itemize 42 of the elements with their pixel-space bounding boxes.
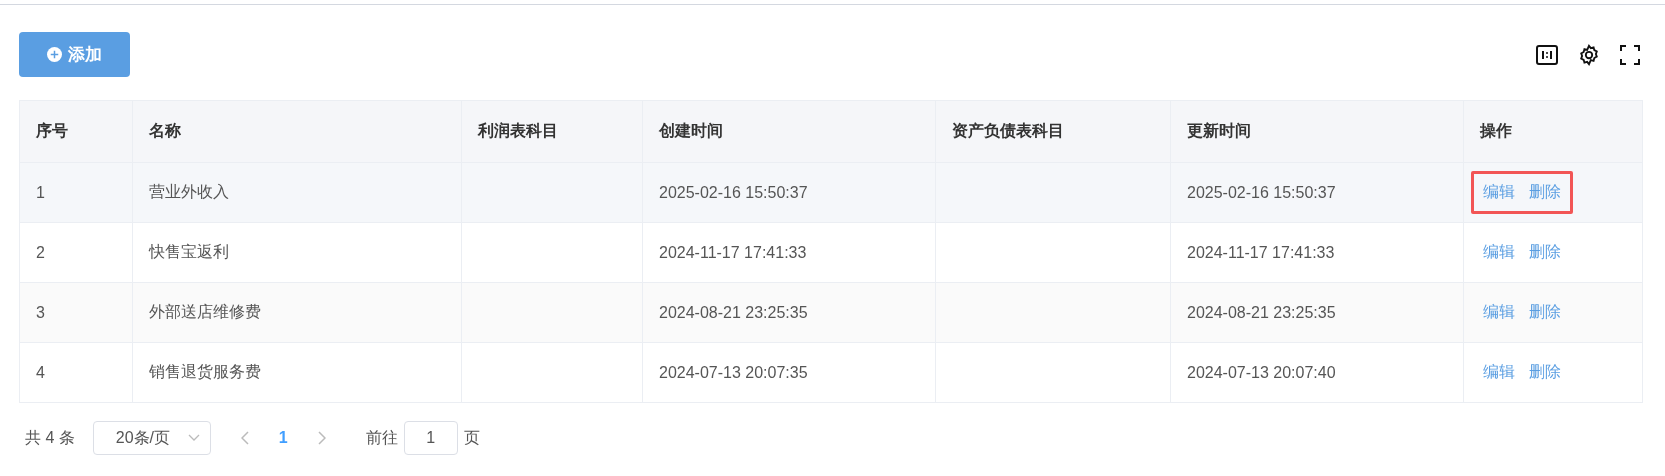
column-header: 创建时间 (642, 100, 936, 163)
table-cell: 3 (19, 282, 133, 343)
page-size-select[interactable]: 20条/页 (92, 421, 211, 455)
delete-link[interactable]: 删除 (1529, 302, 1561, 323)
table-cell: 2024-07-13 20:07:35 (642, 342, 936, 403)
delete-link[interactable]: 删除 (1529, 242, 1561, 263)
edit-link[interactable]: 编辑 (1483, 302, 1515, 323)
column-header: 序号 (19, 100, 133, 163)
table-row[interactable]: 3 外部送店维修费 2024-08-21 23:25:35 2024-08-21 23:25:35 编辑 删除 (19, 282, 1643, 343)
delete-link[interactable]: 删除 (1529, 182, 1561, 203)
table-cell: 1 (19, 162, 133, 223)
edit-link[interactable]: 编辑 (1483, 362, 1515, 383)
delete-link[interactable]: 删除 (1529, 362, 1561, 383)
table-cell: 2025-02-16 15:50:37 (642, 162, 936, 223)
goto-label: 前往 (365, 427, 398, 448)
table-cell: 销售退货服务费 (132, 342, 462, 403)
table-cell: 4 (19, 342, 133, 403)
edit-link[interactable]: 编辑 (1483, 242, 1515, 263)
edit-link[interactable]: 编辑 (1483, 182, 1515, 203)
table-cell: 营业外收入 (132, 162, 462, 223)
page-suffix: 页 (463, 427, 480, 448)
table-cell: 2024-07-13 20:07:40 (1170, 342, 1464, 403)
table-cell: 2024-11-17 17:41:33 (642, 222, 936, 283)
table-cell: 2024-08-21 23:25:35 (1170, 282, 1464, 343)
column-header: 名称 (132, 100, 462, 163)
total-count: 共 4 条 (25, 427, 75, 448)
table-row[interactable]: 4 销售退货服务费 2024-07-13 20:07:35 2024-07-13 20:07:40 编辑 删除 (19, 342, 1643, 403)
table-cell: 外部送店维修费 (132, 282, 462, 343)
table-row[interactable]: 1 营业外收入 2025-02-16 15:50:37 2025-02-16 15:50:37 编辑 删除 (19, 162, 1643, 223)
column-header: 利润表科目 (461, 100, 643, 163)
table-cell: 2024-11-17 17:41:33 (1170, 222, 1464, 283)
table-cell: 2 (19, 222, 133, 283)
column-header: 更新时间 (1170, 100, 1464, 163)
goto-page-field[interactable]: 1 (403, 421, 458, 455)
table-row[interactable]: 2 快售宝返利 2024-11-17 17:41:33 2024-11-17 17:41:33 编辑 删除 (19, 222, 1643, 283)
table-cell: 2025-02-16 15:50:37 (1170, 162, 1464, 223)
add-button[interactable]: 添加 (19, 31, 130, 77)
page-number[interactable]: 1 (278, 429, 288, 447)
column-header: 资产负债表科目 (935, 100, 1171, 163)
column-header: 操作 (1463, 100, 1643, 163)
table-cell: 快售宝返利 (132, 222, 462, 283)
table-cell: 2024-08-21 23:25:35 (642, 282, 936, 343)
